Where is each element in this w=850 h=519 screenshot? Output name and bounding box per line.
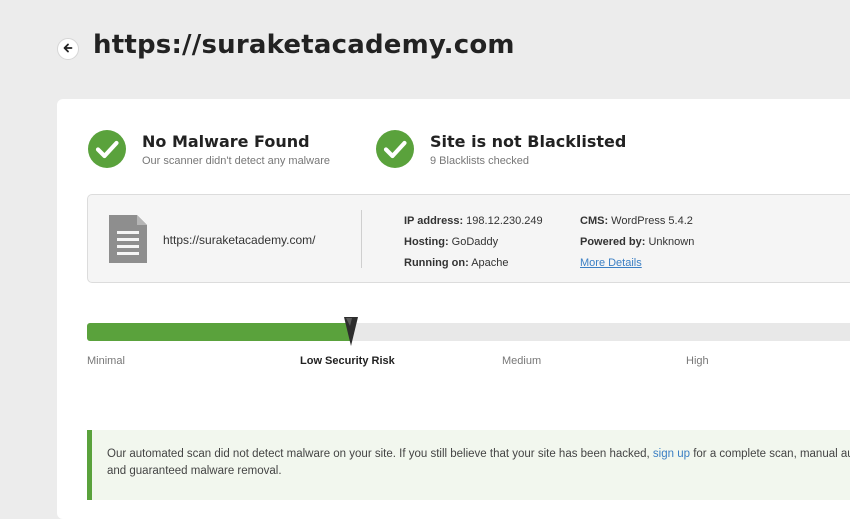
risk-label-minimal: Minimal [87, 355, 125, 367]
blacklist-status-title: Site is not Blacklisted [430, 131, 627, 151]
running-on-row: Running on: Apache [404, 253, 543, 274]
risk-label-medium: Medium [502, 355, 542, 367]
powered-by-value: Unknown [648, 236, 695, 248]
hosting-value: GoDaddy [451, 236, 499, 248]
more-details-link[interactable]: More Details [580, 257, 642, 269]
risk-label-low: Low Security Risk [300, 355, 395, 367]
ip-address-row: IP address: 198.12.230.249 [404, 211, 543, 232]
running-on-value: Apache [471, 257, 509, 269]
page-title: https://suraketacademy.com [93, 30, 515, 60]
cms-value: WordPress 5.4.2 [611, 215, 693, 227]
document-icon [108, 214, 148, 269]
hosting-label: Hosting: [404, 236, 449, 248]
server-info: IP address: 198.12.230.249 Hosting: GoDa… [404, 211, 543, 274]
back-button[interactable] [57, 38, 79, 60]
risk-label-high: High [686, 355, 709, 367]
malware-status-subtitle: Our scanner didn't detect any malware [142, 154, 330, 167]
blacklist-status: Site is not Blacklisted 9 Blacklists che… [375, 129, 626, 169]
malware-status-title: No Malware Found [142, 131, 310, 151]
risk-meter-fill [87, 323, 351, 341]
divider [361, 210, 362, 268]
blacklist-status-subtitle: 9 Blacklists checked [430, 154, 530, 167]
ip-address-value: 198.12.230.249 [466, 215, 543, 227]
back-arrow-icon [63, 40, 73, 58]
running-on-label: Running on: [404, 257, 469, 269]
needle-icon [343, 316, 359, 350]
scan-results-card: No Malware Found Our scanner didn't dete… [57, 99, 850, 519]
checkmark-icon [375, 129, 415, 169]
powered-by-label: Powered by: [580, 236, 646, 248]
ip-address-label: IP address: [404, 215, 464, 227]
risk-meter [87, 317, 850, 346]
sign-up-link[interactable]: sign up [653, 448, 690, 460]
cms-row: CMS: WordPress 5.4.2 [580, 211, 694, 232]
powered-by-row: Powered by: Unknown [580, 232, 694, 253]
notice-text-before: Our automated scan did not detect malwar… [107, 448, 653, 460]
hosting-row: Hosting: GoDaddy [404, 232, 543, 253]
cms-label: CMS: [580, 215, 609, 227]
checkmark-icon [87, 129, 127, 169]
site-info-box: https://suraketacademy.com/ IP address: … [87, 194, 850, 283]
malware-status: No Malware Found Our scanner didn't dete… [87, 129, 330, 169]
platform-info: CMS: WordPress 5.4.2 Powered by: Unknown… [580, 211, 694, 274]
scanned-site-url: https://suraketacademy.com/ [163, 233, 316, 247]
